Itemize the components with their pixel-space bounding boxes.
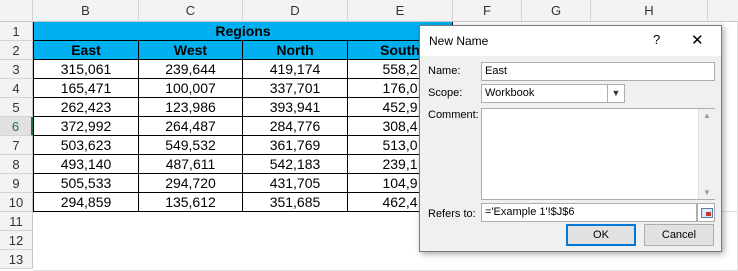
column-header-h[interactable]: H bbox=[591, 0, 708, 22]
row-header-12[interactable]: 12 bbox=[0, 231, 33, 250]
dialog-title: New Name bbox=[429, 34, 489, 48]
table-cell[interactable]: 284,776 bbox=[243, 117, 348, 136]
refers-to-label: Refers to: bbox=[428, 208, 476, 220]
table-cell[interactable]: 264,487 bbox=[139, 117, 243, 136]
range-selector-icon[interactable] bbox=[697, 203, 715, 222]
scope-label: Scope: bbox=[428, 87, 463, 99]
table-cell[interactable]: 165,471 bbox=[33, 79, 139, 98]
row-header-7[interactable]: 7 bbox=[0, 136, 33, 155]
header-east[interactable]: East bbox=[33, 41, 139, 60]
new-name-dialog: New Name ? ✕ Name: East Scope: Workbook … bbox=[419, 25, 722, 252]
table-cell[interactable]: 372,992 bbox=[33, 117, 139, 136]
row-header-11[interactable]: 11 bbox=[0, 212, 33, 231]
name-label: Name: bbox=[428, 65, 461, 77]
table-cell[interactable]: 294,859 bbox=[33, 193, 139, 212]
table-cell[interactable]: 542,183 bbox=[243, 155, 348, 174]
row-header-1[interactable]: 1 bbox=[0, 22, 33, 41]
table-cell[interactable]: 315,061 bbox=[33, 60, 139, 79]
name-field[interactable]: East bbox=[481, 62, 715, 81]
column-header-g[interactable]: G bbox=[522, 0, 591, 22]
scroll-up-icon[interactable]: ▲ bbox=[703, 111, 711, 120]
table-cell[interactable]: 123,986 bbox=[139, 98, 243, 117]
regions-title-cell[interactable]: Regions bbox=[33, 22, 453, 41]
table-cell[interactable]: 337,701 bbox=[243, 79, 348, 98]
table-cell[interactable]: 419,174 bbox=[243, 60, 348, 79]
table-cell[interactable]: 503,623 bbox=[33, 136, 139, 155]
row-header-2[interactable]: 2 bbox=[0, 41, 33, 60]
table-cell[interactable]: 493,140 bbox=[33, 155, 139, 174]
scope-value: Workbook bbox=[485, 87, 535, 99]
header-north[interactable]: North bbox=[243, 41, 348, 60]
comment-scrollbar[interactable]: ▲ ▼ bbox=[698, 109, 715, 199]
row-header-8[interactable]: 8 bbox=[0, 155, 33, 174]
column-header-e[interactable]: E bbox=[348, 0, 453, 22]
refers-to-field[interactable]: ='Example 1'!$J$6 bbox=[481, 203, 697, 222]
help-icon[interactable]: ? bbox=[653, 32, 660, 47]
table-cell[interactable]: 135,612 bbox=[139, 193, 243, 212]
column-header-d[interactable]: D bbox=[243, 0, 348, 22]
close-icon[interactable]: ✕ bbox=[691, 31, 704, 49]
table-cell[interactable]: 351,685 bbox=[243, 193, 348, 212]
column-header-c[interactable]: C bbox=[139, 0, 243, 22]
row-header-10[interactable]: 10 bbox=[0, 193, 33, 212]
row-header-9[interactable]: 9 bbox=[0, 174, 33, 193]
table-cell[interactable]: 361,769 bbox=[243, 136, 348, 155]
table-cell[interactable]: 487,611 bbox=[139, 155, 243, 174]
column-header-f[interactable]: F bbox=[453, 0, 522, 22]
column-header-blank bbox=[708, 0, 738, 22]
header-west[interactable]: West bbox=[139, 41, 243, 60]
table-cell[interactable]: 100,007 bbox=[139, 79, 243, 98]
row-header-3[interactable]: 3 bbox=[0, 60, 33, 79]
column-header-b[interactable]: B bbox=[33, 0, 139, 22]
row-header-5[interactable]: 5 bbox=[0, 98, 33, 117]
table-cell[interactable]: 294,720 bbox=[139, 174, 243, 193]
row-header-13[interactable]: 13 bbox=[0, 250, 33, 269]
table-cell[interactable]: 239,644 bbox=[139, 60, 243, 79]
chevron-down-icon[interactable]: ▼ bbox=[607, 85, 624, 102]
scroll-down-icon[interactable]: ▼ bbox=[703, 188, 711, 197]
ok-button[interactable]: OK bbox=[566, 224, 636, 246]
cancel-button[interactable]: Cancel bbox=[644, 224, 714, 246]
select-all-corner[interactable] bbox=[0, 0, 33, 22]
comment-textarea[interactable] bbox=[481, 108, 715, 200]
table-cell[interactable]: 505,533 bbox=[33, 174, 139, 193]
table-cell[interactable]: 262,423 bbox=[33, 98, 139, 117]
table-cell[interactable]: 431,705 bbox=[243, 174, 348, 193]
table-cell[interactable]: 393,941 bbox=[243, 98, 348, 117]
scope-select[interactable]: Workbook ▼ bbox=[481, 84, 625, 103]
comment-label: Comment: bbox=[428, 109, 479, 121]
dialog-title-bar[interactable]: New Name ? ✕ bbox=[420, 26, 721, 56]
table-cell[interactable]: 549,532 bbox=[139, 136, 243, 155]
row-header-6[interactable]: 6 bbox=[0, 117, 33, 136]
row-header-4[interactable]: 4 bbox=[0, 79, 33, 98]
